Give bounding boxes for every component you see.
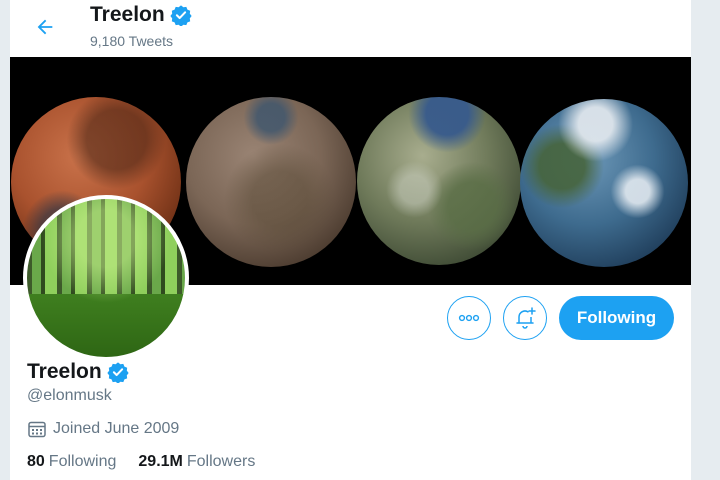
bell-plus-icon <box>516 307 536 329</box>
followers-label: Followers <box>186 453 256 470</box>
back-button[interactable] <box>28 10 62 44</box>
following-button[interactable]: Following <box>559 296 674 340</box>
following-label: Following <box>48 453 117 470</box>
banner-planet <box>186 97 356 267</box>
joined-date: Joined June 2009 <box>27 419 179 439</box>
calendar-icon <box>28 421 46 438</box>
joined-text: Joined June 2009 <box>53 420 180 437</box>
header-name: Treelon <box>90 3 165 26</box>
following-count: 80 <box>27 453 45 470</box>
notifications-button[interactable] <box>503 296 547 340</box>
tweet-count: 9,180 Tweets <box>90 33 174 49</box>
profile-name-row: Treelon <box>27 360 129 384</box>
banner-planet <box>357 97 521 265</box>
header-title: Treelon <box>90 3 192 27</box>
followers-count: 29.1M <box>138 453 183 470</box>
follow-stats: 80 Following 29.1M Followers <box>27 453 277 471</box>
arrow-left-icon <box>37 19 53 35</box>
banner-planet <box>520 99 688 267</box>
profile-panel: Treelon 9,180 Tweets Following Treelon @… <box>9 0 692 480</box>
avatar[interactable] <box>23 195 189 361</box>
followers-stat-link[interactable]: 29.1M Followers <box>138 453 255 471</box>
more-horizontal-icon <box>458 314 480 322</box>
profile-name: Treelon <box>27 360 102 383</box>
more-options-button[interactable] <box>447 296 491 340</box>
following-stat-link[interactable]: 80 Following <box>27 453 116 471</box>
profile-handle: @elonmusk <box>27 387 112 404</box>
verified-badge-icon <box>107 362 129 383</box>
verified-badge-icon <box>170 5 192 26</box>
